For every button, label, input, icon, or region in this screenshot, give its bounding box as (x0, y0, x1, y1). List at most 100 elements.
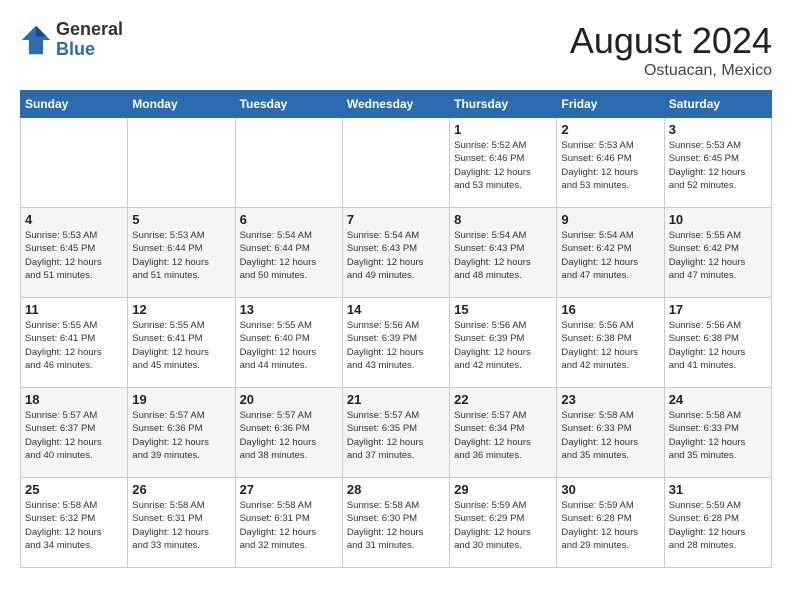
calendar-cell: 19 Sunrise: 5:57 AM Sunset: 6:36 PM Dayli… (128, 388, 235, 478)
day-info: Sunrise: 5:54 AM Sunset: 6:43 PM Dayligh… (347, 229, 445, 282)
header-saturday: Saturday (664, 91, 771, 118)
day-number: 15 (454, 302, 552, 317)
calendar-week-row: 11 Sunrise: 5:55 AM Sunset: 6:41 PM Dayli… (21, 298, 772, 388)
day-info: Sunrise: 5:53 AM Sunset: 6:45 PM Dayligh… (669, 139, 767, 192)
day-number: 16 (561, 302, 659, 317)
day-info: Sunrise: 5:53 AM Sunset: 6:45 PM Dayligh… (25, 229, 123, 282)
header-sunday: Sunday (21, 91, 128, 118)
header-thursday: Thursday (450, 91, 557, 118)
day-number: 2 (561, 122, 659, 137)
header-monday: Monday (128, 91, 235, 118)
calendar-cell: 13Sunrise: 5:55 AM Sunset: 6:40 PM Dayli… (235, 298, 342, 388)
day-info: Sunrise: 5:55 AM Sunset: 6:41 PM Dayligh… (25, 319, 123, 372)
day-info: Sunrise: 5:56 AM Sunset: 6:39 PM Dayligh… (454, 319, 552, 372)
month-year-title: August 2024 (570, 20, 772, 62)
day-number: 10 (669, 212, 767, 227)
day-info: Sunrise: 5:57 AM Sunset: 6:36 PM Dayligh… (132, 409, 230, 462)
day-number: 7 (347, 212, 445, 227)
day-number: 24 (669, 392, 767, 407)
calendar-cell: 14Sunrise: 5:56 AM Sunset: 6:39 PM Dayli… (342, 298, 449, 388)
day-info: Sunrise: 5:58 AM Sunset: 6:31 PM Dayligh… (240, 499, 338, 552)
day-number: 27 (240, 482, 338, 497)
day-number: 23 (561, 392, 659, 407)
day-number: 11 (25, 302, 123, 317)
logo-blue-text: Blue (56, 39, 95, 59)
day-info: Sunrise: 5:59 AM Sunset: 6:28 PM Dayligh… (561, 499, 659, 552)
day-number: 6 (240, 212, 338, 227)
calendar-cell: 27 Sunrise: 5:58 AM Sunset: 6:31 PM Dayli… (235, 478, 342, 568)
day-info: Sunrise: 5:54 AM Sunset: 6:43 PM Dayligh… (454, 229, 552, 282)
calendar-cell: 25Sunrise: 5:58 AM Sunset: 6:32 PM Dayli… (21, 478, 128, 568)
day-info: Sunrise: 5:57 AM Sunset: 6:35 PM Dayligh… (347, 409, 445, 462)
day-number: 3 (669, 122, 767, 137)
calendar-cell: 21 Sunrise: 5:57 AM Sunset: 6:35 PM Dayli… (342, 388, 449, 478)
calendar-week-row: 25Sunrise: 5:58 AM Sunset: 6:32 PM Dayli… (21, 478, 772, 568)
day-number: 30 (561, 482, 659, 497)
day-info: Sunrise: 5:59 AM Sunset: 6:29 PM Dayligh… (454, 499, 552, 552)
calendar-cell: 11 Sunrise: 5:55 AM Sunset: 6:41 PM Dayli… (21, 298, 128, 388)
day-info: Sunrise: 5:54 AM Sunset: 6:44 PM Dayligh… (240, 229, 338, 282)
calendar-cell (342, 118, 449, 208)
day-number: 31 (669, 482, 767, 497)
title-block: August 2024 Ostuacan, Mexico (570, 20, 772, 80)
day-number: 28 (347, 482, 445, 497)
calendar-cell: 23Sunrise: 5:58 AM Sunset: 6:33 PM Dayli… (557, 388, 664, 478)
day-number: 14 (347, 302, 445, 317)
day-info: Sunrise: 5:57 AM Sunset: 6:37 PM Dayligh… (25, 409, 123, 462)
day-number: 1 (454, 122, 552, 137)
day-info: Sunrise: 5:59 AM Sunset: 6:28 PM Dayligh… (669, 499, 767, 552)
calendar-week-row: 18Sunrise: 5:57 AM Sunset: 6:37 PM Dayli… (21, 388, 772, 478)
day-info: Sunrise: 5:58 AM Sunset: 6:30 PM Dayligh… (347, 499, 445, 552)
logo-general-text: General (56, 19, 123, 39)
page-header: General Blue August 2024 Ostuacan, Mexic… (20, 20, 772, 80)
day-number: 19 (132, 392, 230, 407)
calendar-cell: 24 Sunrise: 5:58 AM Sunset: 6:33 PM Dayli… (664, 388, 771, 478)
calendar-cell: 16Sunrise: 5:56 AM Sunset: 6:38 PM Dayli… (557, 298, 664, 388)
day-info: Sunrise: 5:53 AM Sunset: 6:44 PM Dayligh… (132, 229, 230, 282)
calendar-week-row: 4 Sunrise: 5:53 AM Sunset: 6:45 PM Daylig… (21, 208, 772, 298)
day-number: 12 (132, 302, 230, 317)
header-friday: Friday (557, 91, 664, 118)
calendar-cell: 3 Sunrise: 5:53 AM Sunset: 6:45 PM Daylig… (664, 118, 771, 208)
calendar-cell: 26Sunrise: 5:58 AM Sunset: 6:31 PM Dayli… (128, 478, 235, 568)
calendar-table: SundayMondayTuesdayWednesdayThursdayFrid… (20, 90, 772, 568)
day-number: 21 (347, 392, 445, 407)
calendar-cell: 1 Sunrise: 5:52 AM Sunset: 6:46 PM Daylig… (450, 118, 557, 208)
calendar-cell: 18Sunrise: 5:57 AM Sunset: 6:37 PM Dayli… (21, 388, 128, 478)
location-subtitle: Ostuacan, Mexico (570, 62, 772, 80)
calendar-cell: 2Sunrise: 5:53 AM Sunset: 6:46 PM Daylig… (557, 118, 664, 208)
day-info: Sunrise: 5:55 AM Sunset: 6:42 PM Dayligh… (669, 229, 767, 282)
calendar-cell: 4 Sunrise: 5:53 AM Sunset: 6:45 PM Daylig… (21, 208, 128, 298)
header-tuesday: Tuesday (235, 91, 342, 118)
day-info: Sunrise: 5:52 AM Sunset: 6:46 PM Dayligh… (454, 139, 552, 192)
day-info: Sunrise: 5:57 AM Sunset: 6:34 PM Dayligh… (454, 409, 552, 462)
calendar-cell: 6 Sunrise: 5:54 AM Sunset: 6:44 PM Daylig… (235, 208, 342, 298)
calendar-cell: 9Sunrise: 5:54 AM Sunset: 6:42 PM Daylig… (557, 208, 664, 298)
logo: General Blue (20, 20, 123, 60)
day-number: 22 (454, 392, 552, 407)
day-info: Sunrise: 5:55 AM Sunset: 6:41 PM Dayligh… (132, 319, 230, 372)
header-wednesday: Wednesday (342, 91, 449, 118)
day-number: 4 (25, 212, 123, 227)
calendar-cell: 31 Sunrise: 5:59 AM Sunset: 6:28 PM Dayli… (664, 478, 771, 568)
day-number: 9 (561, 212, 659, 227)
day-info: Sunrise: 5:58 AM Sunset: 6:33 PM Dayligh… (669, 409, 767, 462)
day-number: 5 (132, 212, 230, 227)
calendar-cell: 5 Sunrise: 5:53 AM Sunset: 6:44 PM Daylig… (128, 208, 235, 298)
day-number: 20 (240, 392, 338, 407)
day-info: Sunrise: 5:56 AM Sunset: 6:38 PM Dayligh… (669, 319, 767, 372)
calendar-cell (21, 118, 128, 208)
day-number: 26 (132, 482, 230, 497)
calendar-cell: 28 Sunrise: 5:58 AM Sunset: 6:30 PM Dayli… (342, 478, 449, 568)
calendar-cell: 22 Sunrise: 5:57 AM Sunset: 6:34 PM Dayli… (450, 388, 557, 478)
calendar-cell: 17Sunrise: 5:56 AM Sunset: 6:38 PM Dayli… (664, 298, 771, 388)
calendar-cell (128, 118, 235, 208)
logo-icon (20, 24, 52, 56)
calendar-week-row: 1 Sunrise: 5:52 AM Sunset: 6:46 PM Daylig… (21, 118, 772, 208)
calendar-cell: 29 Sunrise: 5:59 AM Sunset: 6:29 PM Dayli… (450, 478, 557, 568)
calendar-cell: 20Sunrise: 5:57 AM Sunset: 6:36 PM Dayli… (235, 388, 342, 478)
calendar-header-row: SundayMondayTuesdayWednesdayThursdayFrid… (21, 91, 772, 118)
day-number: 25 (25, 482, 123, 497)
day-number: 29 (454, 482, 552, 497)
calendar-cell: 12 Sunrise: 5:55 AM Sunset: 6:41 PM Dayli… (128, 298, 235, 388)
